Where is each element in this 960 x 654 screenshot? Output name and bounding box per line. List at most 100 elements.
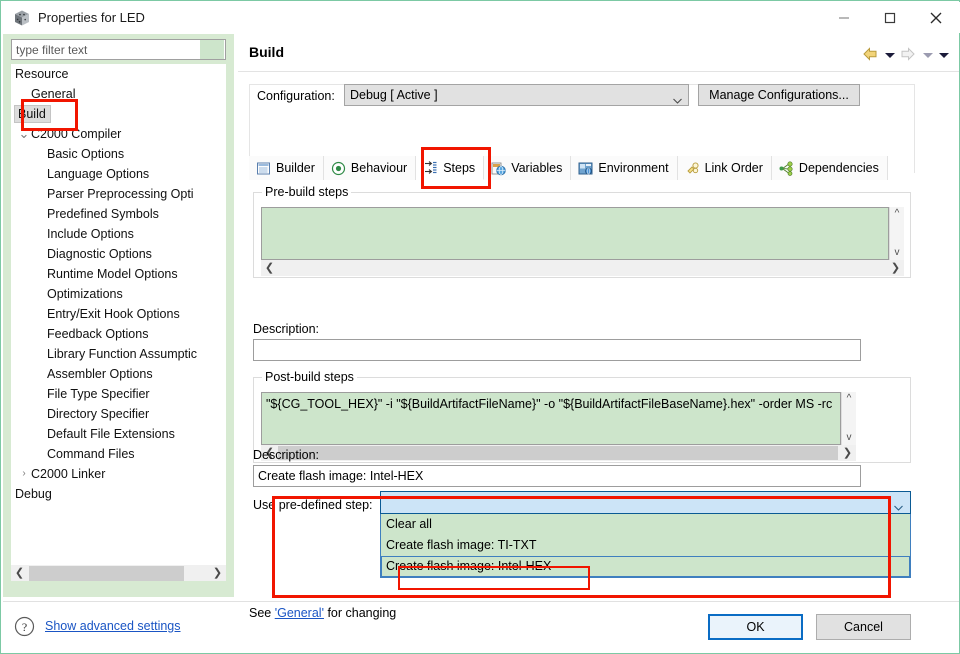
tree-item-general[interactable]: General [11,84,226,104]
navigation-toolbar [861,45,951,65]
tab-steps[interactable]: Steps [416,156,485,180]
forward-arrow-icon[interactable] [899,46,919,64]
tree-item-assembler-options[interactable]: Assembler Options [11,364,226,384]
dependencies-icon [779,160,794,176]
scroll-down-icon[interactable]: v [842,431,856,445]
tree-item-label: Library Function Assumptic [47,347,198,361]
view-menu-caret[interactable] [937,46,951,64]
settings-tree[interactable]: ›ResourceGeneral⌄Build⌄C2000 CompilerBas… [11,64,226,564]
tree-item-label: Build [14,105,51,123]
tree-item-directory-specifier[interactable]: Directory Specifier [11,404,226,424]
postbuild-horizontal-scrollbar[interactable]: ❮ ❯ [261,445,856,461]
scroll-down-icon[interactable]: v [890,246,904,260]
dropdown-option[interactable]: Create flash image: Intel-HEX [381,556,910,577]
close-button[interactable] [913,3,959,33]
tree-item-language-options[interactable]: Language Options [11,164,226,184]
general-link[interactable]: 'General' [275,606,324,620]
tree-item-predefined-symbols[interactable]: Predefined Symbols [11,204,226,224]
scroll-right-icon[interactable]: ❯ [887,260,904,277]
tree-item-label: C2000 Linker [31,467,106,481]
tab-dependencies[interactable]: Dependencies [771,156,888,180]
ok-button[interactable]: OK [708,614,803,640]
predefined-step-dropdown-list[interactable]: Clear all Create flash image: TI-TXT Creat… [380,514,911,578]
help-question-icon[interactable]: ? [14,616,35,637]
scroll-right-icon[interactable]: ❯ [839,445,856,462]
tree-item-basic-options[interactable]: Basic Options [11,144,226,164]
predefined-step-select[interactable] [380,491,911,514]
scroll-right-icon[interactable]: ❯ [209,565,226,582]
tree-item-resource[interactable]: ›Resource [11,64,226,84]
tree-item-build[interactable]: ⌄Build [11,104,226,124]
tab-variables[interactable]: Variables [484,156,572,180]
prebuild-horizontal-scrollbar[interactable]: ❮ ❯ [261,260,904,276]
minimize-button[interactable] [821,3,867,33]
tree-item-label: Feedback Options [47,327,149,341]
cancel-button[interactable]: Cancel [816,614,911,640]
tree-item-label: C2000 Compiler [31,127,122,141]
prebuild-vertical-scrollbar[interactable]: ^ v [889,207,904,260]
postbuild-command-input[interactable]: "${CG_TOOL_HEX}" -i "${BuildArtifactFile… [261,392,841,445]
configuration-select[interactable]: Debug [ Active ] [344,84,689,106]
maximize-button[interactable] [867,3,913,33]
scroll-left-icon[interactable]: ❮ [11,565,28,582]
tree-item-entry-exit-hook-options[interactable]: Entry/Exit Hook Options [11,304,226,324]
tree-item-label: Resource [15,67,69,81]
show-advanced-settings-link[interactable]: Show advanced settings [45,619,181,633]
tree-item-feedback-options[interactable]: Feedback Options [11,324,226,344]
prebuild-description-input[interactable] [253,339,861,361]
forward-dropdown-caret[interactable] [921,46,935,64]
tab-link-order[interactable]: Link Order [677,156,772,180]
tree-item-label: File Type Specifier [47,387,150,401]
environment-icon [578,161,593,176]
tree-item-runtime-model-options[interactable]: Runtime Model Options [11,264,226,284]
tab-label: Link Order [704,161,763,175]
general-hint-text: See 'General' for changing [249,606,396,620]
tree-item-command-files[interactable]: Command Files [11,444,226,464]
build-settings-panel: Build Configuration: Debug [Active] Ma… [238,34,959,620]
header-divider [238,71,959,72]
tree-item-diagnostic-options[interactable]: Diagnostic Options [11,244,226,264]
postbuild-vertical-scrollbar[interactable]: ^ v [841,392,856,445]
tree-item-c2000-linker[interactable]: › C2000 Linker [11,464,226,484]
tree-item-label: Language Options [47,167,150,181]
tree-item-label: General [31,87,76,101]
dropdown-option[interactable]: Clear all [381,514,910,535]
back-arrow-icon[interactable] [861,46,881,64]
filter-input[interactable] [11,39,226,60]
tab-environment[interactable]: Environment [571,156,678,180]
tree-horizontal-scrollbar[interactable]: ❮ ❯ [11,564,226,581]
tree-item-file-type-specifier[interactable]: File Type Specifier [11,384,226,404]
behaviour-icon [331,161,346,176]
tree-item-label: Command Files [47,447,135,461]
properties-dialog: Properties for LED ›ResourceGeneral⌄Buil… [0,0,960,654]
tree-item-debug[interactable]: Debug [11,484,226,504]
scroll-left-icon[interactable]: ❮ [261,260,278,277]
hint-prefix: See [249,606,275,620]
tree-item-label: Assembler Options [47,367,153,381]
tree-item-parser-preprocessing-opti[interactable]: Parser Preprocessing Opti [11,184,226,204]
scroll-up-icon[interactable]: ^ [842,392,856,406]
scroll-thumb[interactable] [278,446,838,460]
tree-item-include-options[interactable]: Include Options [11,224,226,244]
scroll-up-icon[interactable]: ^ [890,207,904,221]
tree-item-c2000-compiler[interactable]: ⌄ C2000 Compiler [11,124,226,144]
tree-item-optimizations[interactable]: Optimizations [11,284,226,304]
tab-builder[interactable]: Builder [249,156,324,180]
tab-behaviour[interactable]: Behaviour [323,156,417,180]
chevron-right-icon[interactable]: › [17,464,31,484]
chevron-down-icon [894,500,903,511]
scroll-thumb[interactable] [29,566,184,581]
tree-item-label: Basic Options [47,147,125,161]
back-dropdown-caret[interactable] [883,46,897,64]
link-order-icon [685,161,700,176]
prebuild-command-input[interactable] [261,207,889,260]
chevron-down-icon[interactable]: ⌄ [17,124,31,144]
postbuild-description-input[interactable] [253,465,861,487]
tree-item-label: Include Options [47,227,134,241]
tree-item-default-file-extensions[interactable]: Default File Extensions [11,424,226,444]
manage-configurations-button[interactable]: Manage Configurations... [698,84,860,106]
tree-item-label: Directory Specifier [47,407,150,421]
dropdown-option[interactable]: Create flash image: TI-TXT [381,535,910,556]
window-title: Properties for LED [38,10,145,25]
tree-item-library-function-assumptic[interactable]: Library Function Assumptic [11,344,226,364]
